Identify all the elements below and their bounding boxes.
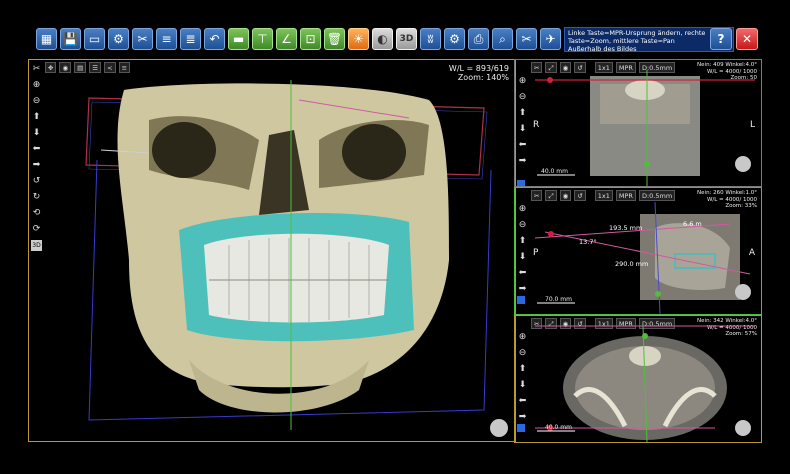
scale-bar-label: 40.0 mm: [541, 168, 568, 175]
main-toolbar: ▦ 💾 ▭ ⚙ ✂ ≡ ≣ ↶ ▬ ⊤ ∠ ⊡ 🗑 ☀ ◐ 3D ʬ ⚙ ⎙ ⌕…: [30, 26, 764, 54]
3d-button[interactable]: 3D: [396, 28, 417, 50]
delete-icon[interactable]: 🗑: [324, 28, 345, 50]
hint-line-1: Linke Taste=MPR-Ursprung ändern, rechte: [568, 29, 706, 37]
teeth-icon[interactable]: ʬ: [420, 28, 441, 50]
undo-icon[interactable]: ↶: [204, 28, 225, 50]
measurement-length-2: 6.6 m: [683, 220, 702, 228]
ruler-icon[interactable]: ▬: [228, 28, 249, 50]
orientation-right: L: [749, 120, 755, 130]
crop-icon[interactable]: ⊡: [300, 28, 321, 50]
print-icon[interactable]: ⎙: [468, 28, 489, 50]
search-icon[interactable]: ⌕: [492, 28, 513, 50]
main-3d-view[interactable]: ✂ ⊕ ⊖ ⬆ ⬇ ⬅ ➡ ↺ ↻ ⟲ ⟳ 3D ✥ ◉ ▤ ☰ < ≡ W/L…: [28, 59, 516, 442]
contrast-icon[interactable]: ◐: [372, 28, 393, 50]
comment-icon[interactable]: ▭: [84, 28, 105, 50]
help-button[interactable]: ?: [710, 28, 732, 50]
save-icon[interactable]: 💾: [60, 28, 81, 50]
axial-view[interactable]: ✂ ⤢ ◉ ↺ 1x1 MPR D:0.5mm Nein: 342 Winkel…: [514, 315, 762, 443]
hint-line-2: Taste=Zoom, mittlere Taste=Pan: [568, 37, 675, 45]
scale-bar-label: 40.0 mm: [545, 424, 572, 431]
status-hint: Linke Taste=MPR-Ursprung ändern, rechte …: [564, 27, 734, 53]
close-button[interactable]: ✕: [736, 28, 758, 50]
load-icon[interactable]: ▦: [36, 28, 57, 50]
implant-icon[interactable]: ≡: [156, 28, 177, 50]
angle-icon[interactable]: ∠: [276, 28, 297, 50]
scale-bar-label: 70.0 mm: [545, 296, 572, 303]
airplane-icon[interactable]: ✈: [540, 28, 561, 50]
brightness-icon[interactable]: ☀: [348, 28, 369, 50]
settings-icon[interactable]: ⚙: [108, 28, 129, 50]
tools-icon[interactable]: ✂: [132, 28, 153, 50]
hint-line-3: Außerhalb des Bildes: [568, 45, 637, 53]
align-icon[interactable]: ≣: [180, 28, 201, 50]
measurement-length-3: 290.0 mm: [615, 260, 649, 268]
cut-icon[interactable]: ✂: [516, 28, 537, 50]
skull-render: [85, 80, 508, 437]
orientation-left: R: [533, 120, 540, 130]
coronal-view[interactable]: ✂ ⤢ ◉ ↺ 1x1 MPR D:0.5mm Nein: 409 Winkel…: [514, 59, 762, 187]
measurement-length-1: 193.5 mm: [609, 224, 643, 232]
sagittal-view[interactable]: ✂ ⤢ ◉ ↺ 1x1 MPR D:0.5mm Nein: 260 Winkel…: [514, 187, 762, 315]
panorama-icon[interactable]: ⊤: [252, 28, 273, 50]
measurement-angle: 13.7°: [579, 238, 597, 246]
export-icon[interactable]: ⚙: [444, 28, 465, 50]
orientation-left: P: [533, 248, 539, 258]
orientation-right: A: [748, 248, 755, 258]
